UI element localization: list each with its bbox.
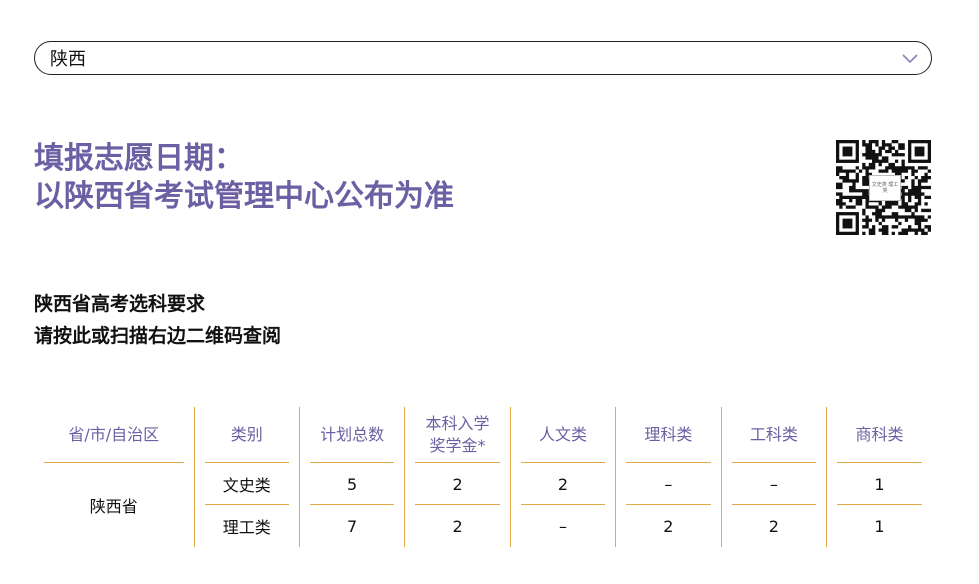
header-humanities: 人文类 bbox=[509, 407, 616, 463]
table-cell: 1 bbox=[826, 505, 932, 547]
qr-code[interactable]: 文史类 理工类 bbox=[836, 140, 931, 235]
province-cell: 陕西省 bbox=[89, 497, 138, 516]
header-business: 商科类 bbox=[826, 407, 932, 463]
category-cell: 理工类 bbox=[193, 505, 300, 547]
table-cell: 2 bbox=[404, 505, 511, 547]
table-cell: – bbox=[720, 463, 827, 505]
table-cell: 2 bbox=[615, 505, 722, 547]
table-header-row: 省/市/自治区 类别 计划总数 本科入学奖学金* 人文类 理科类 工科类 商科类 bbox=[34, 407, 932, 463]
table-cell: 2 bbox=[404, 463, 511, 505]
table-row: 陕西省 文史类 5 2 2 – – 1 bbox=[34, 463, 932, 516]
deadline-heading: 填报志愿日期： 以陕西省考试管理中心公布为准 bbox=[34, 140, 454, 216]
requirements-table: 省/市/自治区 类别 计划总数 本科入学奖学金* 人文类 理科类 工科类 商科类… bbox=[34, 407, 932, 547]
header-province: 省/市/自治区 bbox=[34, 407, 194, 463]
category-cell: 文史类 bbox=[193, 463, 300, 505]
table-cell: – bbox=[509, 505, 616, 547]
region-select[interactable]: 陕西 bbox=[34, 41, 932, 75]
chevron-down-icon bbox=[902, 54, 918, 64]
region-select-value: 陕西 bbox=[50, 49, 86, 70]
table-cell: 1 bbox=[826, 463, 932, 505]
table-cell: 2 bbox=[509, 463, 616, 505]
table-cell: – bbox=[615, 463, 722, 505]
header-plan-total: 计划总数 bbox=[298, 407, 405, 463]
qr-center-label: 文史类 理工类 bbox=[869, 175, 901, 201]
note-line-1: 陕西省高考选科要求 bbox=[34, 293, 206, 315]
header-engineering: 工科类 bbox=[720, 407, 827, 463]
note-line-2: 请按此或扫描右边二维码查阅 bbox=[34, 325, 282, 347]
table-cell: 5 bbox=[298, 463, 405, 505]
table-cell: 7 bbox=[298, 505, 405, 547]
header-science: 理科类 bbox=[615, 407, 722, 463]
header-category: 类别 bbox=[193, 407, 300, 463]
table-cell: 2 bbox=[720, 505, 827, 547]
deadline-line-1: 填报志愿日期： bbox=[34, 141, 244, 176]
selection-note: 陕西省高考选科要求 请按此或扫描右边二维码查阅 bbox=[34, 288, 281, 352]
header-scholarship: 本科入学奖学金* bbox=[404, 407, 511, 463]
deadline-line-2: 以陕西省考试管理中心公布为准 bbox=[34, 179, 454, 214]
